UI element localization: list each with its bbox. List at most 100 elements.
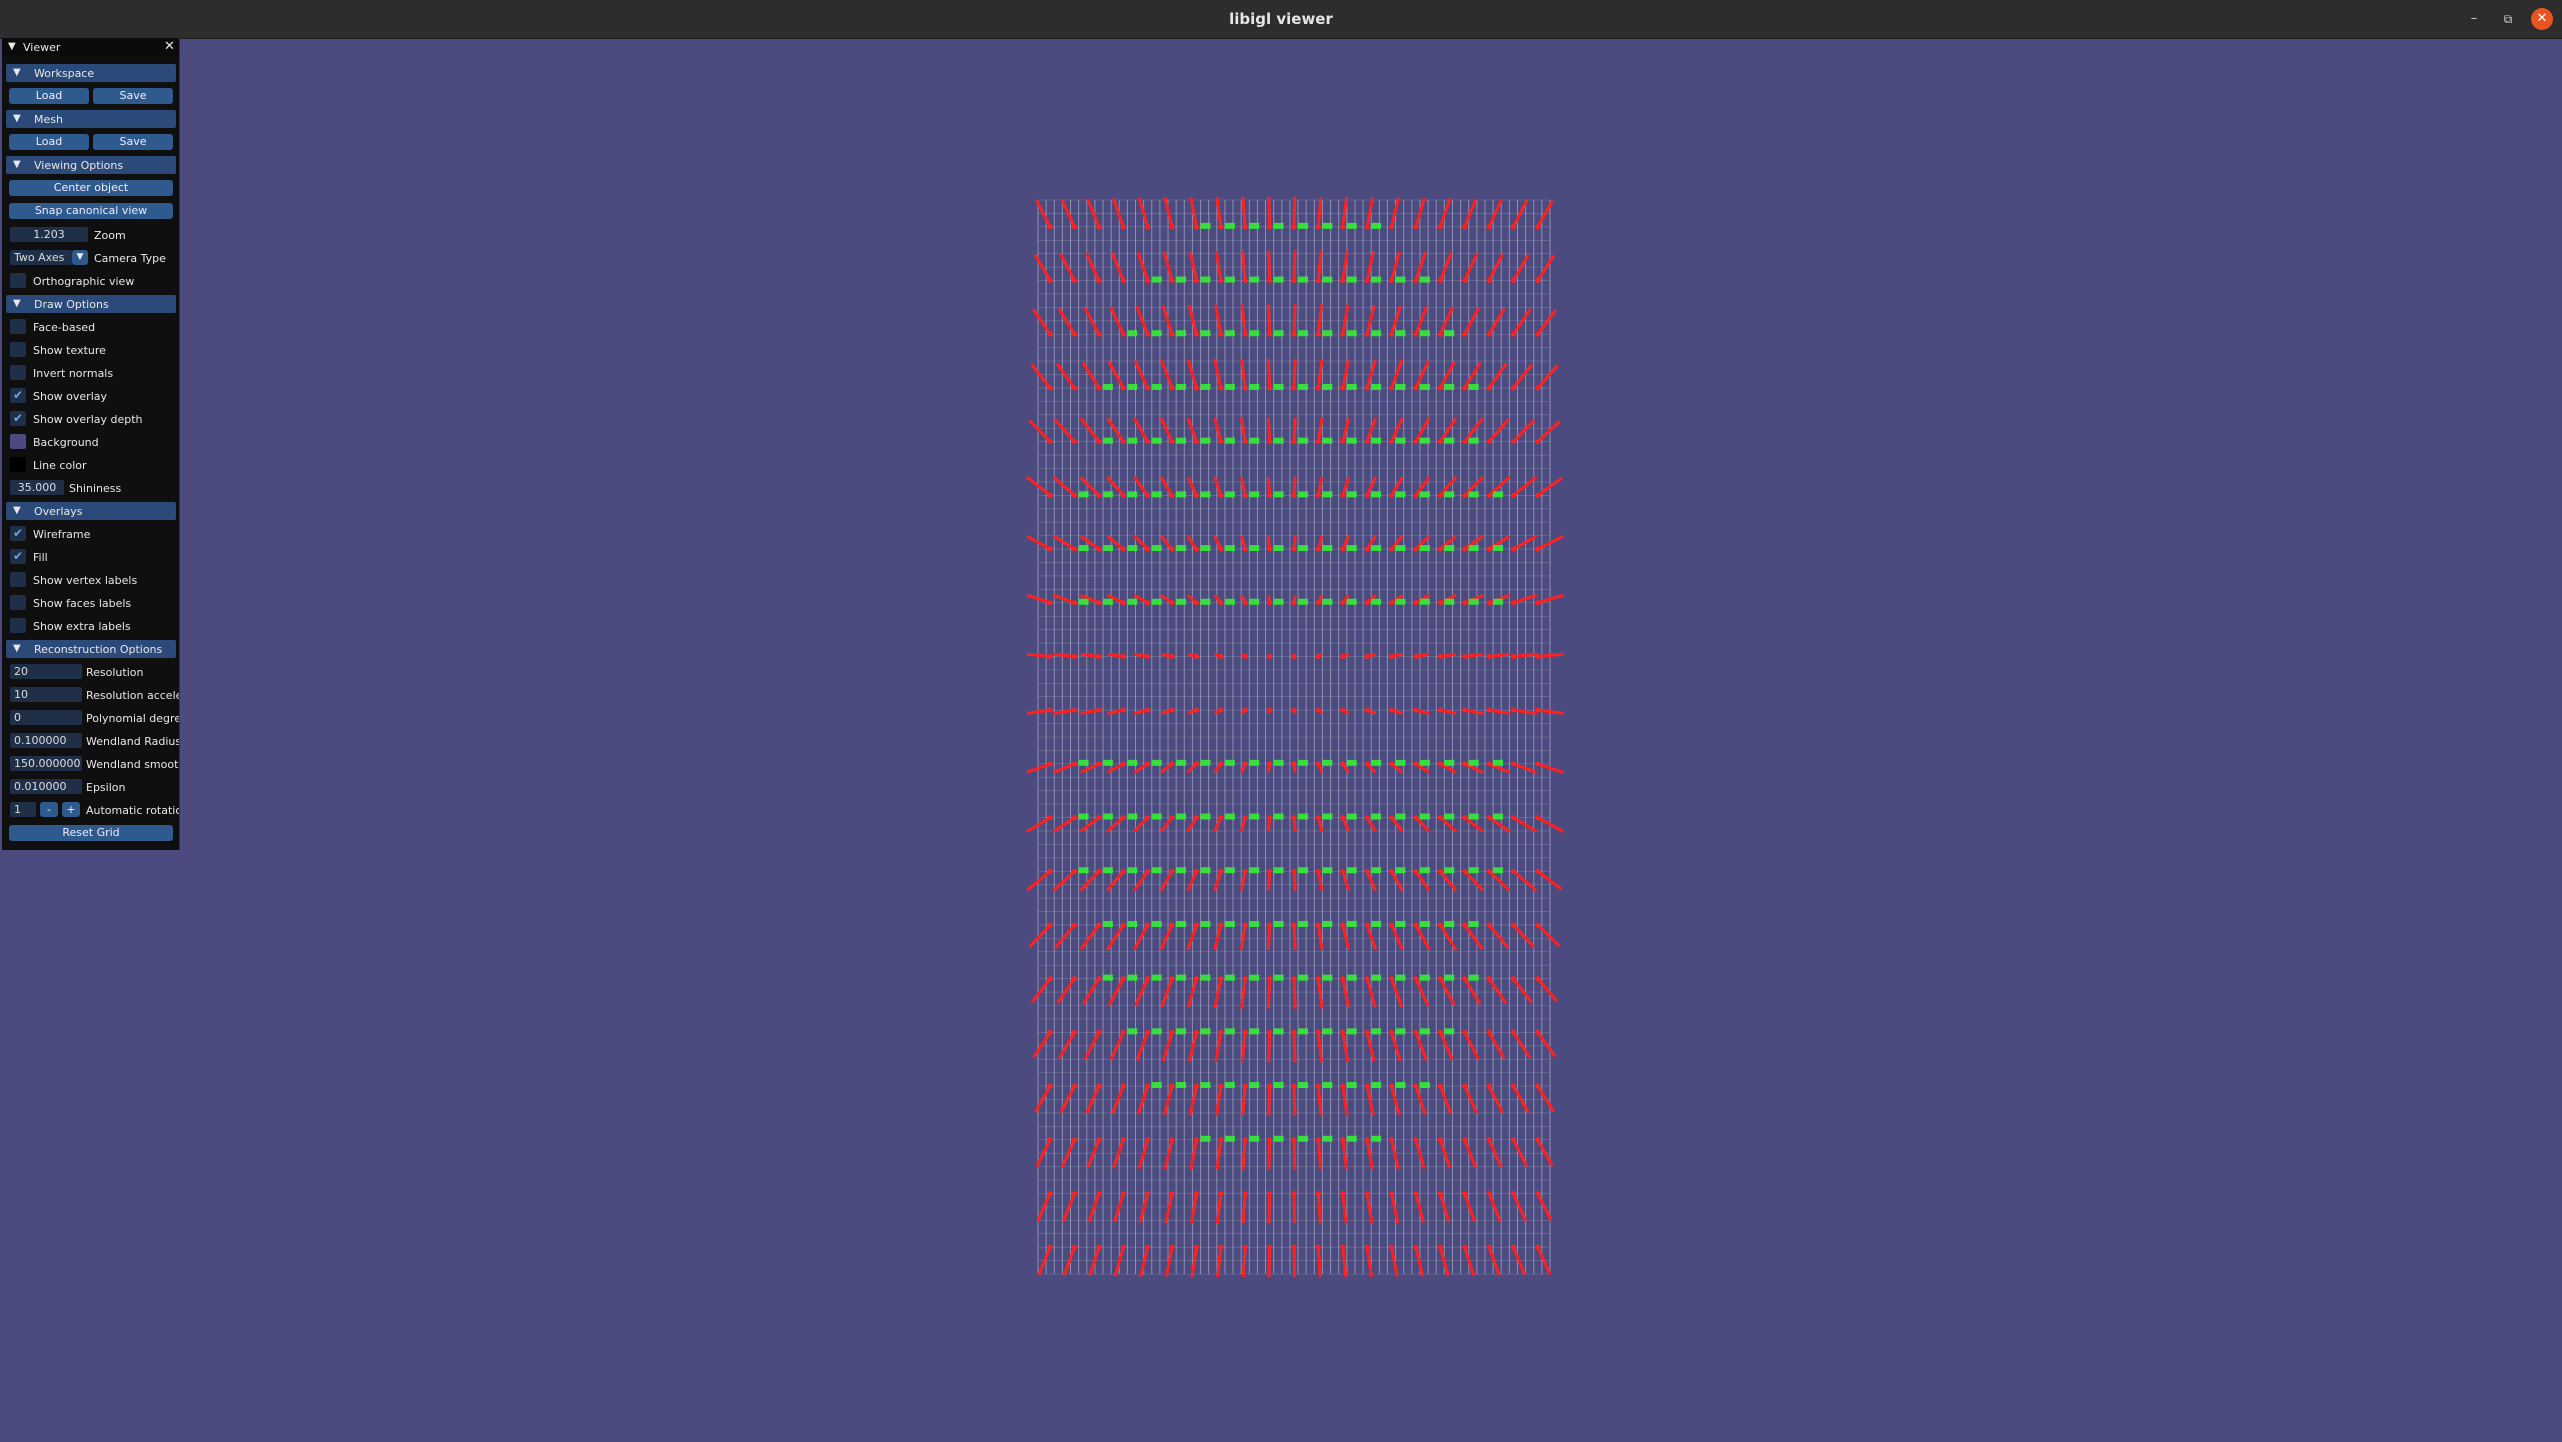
sample-point xyxy=(1120,815,1126,821)
sample-point xyxy=(1145,224,1151,230)
sample-point xyxy=(1364,278,1370,284)
decrement-button[interactable]: - xyxy=(40,802,58,817)
show-faces-labels-checkbox[interactable] xyxy=(10,595,26,610)
collapse-icon[interactable]: ▼ xyxy=(8,41,16,52)
inside-point xyxy=(1200,867,1211,874)
sample-point xyxy=(1486,385,1492,391)
inside-point xyxy=(1249,598,1260,605)
inside-point xyxy=(1298,974,1308,981)
sample-point xyxy=(1242,653,1248,659)
inside-point xyxy=(1322,222,1333,229)
normal-vector xyxy=(1487,1246,1501,1276)
inside-point xyxy=(1395,383,1406,390)
show-extra-labels-checkbox[interactable] xyxy=(10,618,26,633)
sample-point xyxy=(1169,492,1175,498)
sample-point xyxy=(1340,600,1346,606)
face-based-checkbox[interactable] xyxy=(10,319,26,334)
invert-normals-checkbox[interactable] xyxy=(10,365,26,380)
workspace-save-button[interactable]: Save xyxy=(93,88,173,104)
snap-canonical-view-button[interactable]: Snap canonical view xyxy=(9,203,173,219)
workspace-header-label: Workspace xyxy=(34,67,95,80)
show-overlay-checkbox[interactable]: ✔ xyxy=(10,388,26,403)
sample-point xyxy=(1535,278,1541,284)
center-object-button[interactable]: Center object xyxy=(9,180,173,196)
close-icon[interactable]: ✕ xyxy=(2531,8,2553,30)
show-overlay-depth-checkbox[interactable]: ✔ xyxy=(10,411,26,426)
sample-point xyxy=(1413,976,1419,982)
sample-point xyxy=(1218,439,1224,445)
resolution-accel-input[interactable]: 10 xyxy=(10,687,82,702)
inside-point xyxy=(1200,1028,1211,1035)
inside-point xyxy=(1371,598,1382,605)
show-vertex-labels-checkbox[interactable] xyxy=(10,572,26,587)
sample-point xyxy=(1510,1244,1516,1250)
overlays-header[interactable]: ▼ Overlays xyxy=(6,502,176,520)
normal-vector xyxy=(1390,924,1404,951)
increment-button[interactable]: + xyxy=(62,802,80,817)
camera-type-select[interactable]: Two Axes xyxy=(10,250,72,265)
show-texture-checkbox[interactable] xyxy=(10,342,26,357)
reset-grid-button[interactable]: Reset Grid xyxy=(9,825,173,841)
polynomial-degree-input[interactable]: 0 xyxy=(10,710,82,725)
sample-point xyxy=(1510,1083,1516,1089)
inside-point xyxy=(1200,437,1211,444)
panel-titlebar[interactable]: ▼ Viewer ✕ xyxy=(2,38,179,56)
epsilon-input[interactable]: 0.010000 xyxy=(10,779,82,794)
sample-point xyxy=(1389,1137,1395,1143)
inside-point xyxy=(1468,598,1479,605)
wendland-smooth-input[interactable]: 150.000000 xyxy=(10,756,82,771)
sample-point xyxy=(1413,761,1419,767)
inside-point xyxy=(1346,867,1357,874)
normal-vector xyxy=(1341,870,1351,892)
normal-vector xyxy=(1267,196,1272,227)
sample-point xyxy=(1096,922,1102,928)
sample-point xyxy=(1437,815,1443,821)
wendland-radius-input[interactable]: 0.100000 xyxy=(10,733,82,748)
fill-checkbox[interactable]: ✔ xyxy=(10,549,26,564)
zoom-input[interactable]: 1.203 xyxy=(10,227,88,242)
normal-vector xyxy=(1414,1085,1427,1116)
background-color-swatch[interactable] xyxy=(10,434,26,449)
sample-point xyxy=(1462,976,1468,982)
close-panel-icon[interactable]: ✕ xyxy=(164,39,175,54)
reconstruction-options-header[interactable]: ▼ Reconstruction Options xyxy=(6,640,176,658)
workspace-header[interactable]: ▼ Workspace xyxy=(6,64,176,82)
inside-point xyxy=(1346,813,1357,820)
shininess-input[interactable]: 35.000 xyxy=(10,480,64,495)
sample-point xyxy=(1047,1137,1053,1143)
sample-point xyxy=(1145,868,1151,874)
inside-point xyxy=(1395,920,1406,927)
inside-point xyxy=(1200,1082,1211,1089)
reconstruction-options-label: Reconstruction Options xyxy=(34,643,163,656)
maximize-icon[interactable]: ⧉ xyxy=(2497,8,2519,30)
inside-point xyxy=(1102,383,1113,390)
normal-vector xyxy=(1164,1246,1174,1277)
sample-point xyxy=(1047,653,1053,659)
automatic-rotation-input[interactable]: 1 xyxy=(10,802,36,817)
mesh-save-button[interactable]: Save xyxy=(93,134,173,150)
line-color-swatch[interactable] xyxy=(10,457,26,472)
3d-viewport[interactable] xyxy=(0,38,2562,1442)
viewing-options-header[interactable]: ▼ Viewing Options xyxy=(6,156,176,174)
inside-point xyxy=(1224,598,1235,605)
inside-point xyxy=(1395,598,1406,605)
minimize-icon[interactable]: – xyxy=(2463,8,2485,30)
normal-vector xyxy=(1512,253,1530,282)
sample-point xyxy=(1437,707,1443,713)
sample-point xyxy=(1291,600,1297,606)
sample-point xyxy=(1340,1083,1346,1089)
sample-point xyxy=(1072,439,1078,445)
draw-options-header[interactable]: ▼ Draw Options xyxy=(6,295,176,313)
resolution-input[interactable]: 20 xyxy=(10,664,82,679)
wireframe-checkbox[interactable]: ✔ xyxy=(10,526,26,541)
sample-point xyxy=(1364,868,1370,874)
workspace-load-button[interactable]: Load xyxy=(9,88,89,104)
mesh-header[interactable]: ▼ Mesh xyxy=(6,110,176,128)
orthographic-view-checkbox[interactable] xyxy=(10,273,26,288)
mesh-load-button[interactable]: Load xyxy=(9,134,89,150)
sample-point xyxy=(1315,976,1321,982)
sample-point xyxy=(1193,761,1199,767)
chevron-down-icon[interactable]: ▼ xyxy=(72,250,88,265)
point-cloud-scene[interactable] xyxy=(0,38,2562,1442)
sample-point xyxy=(1315,546,1321,552)
